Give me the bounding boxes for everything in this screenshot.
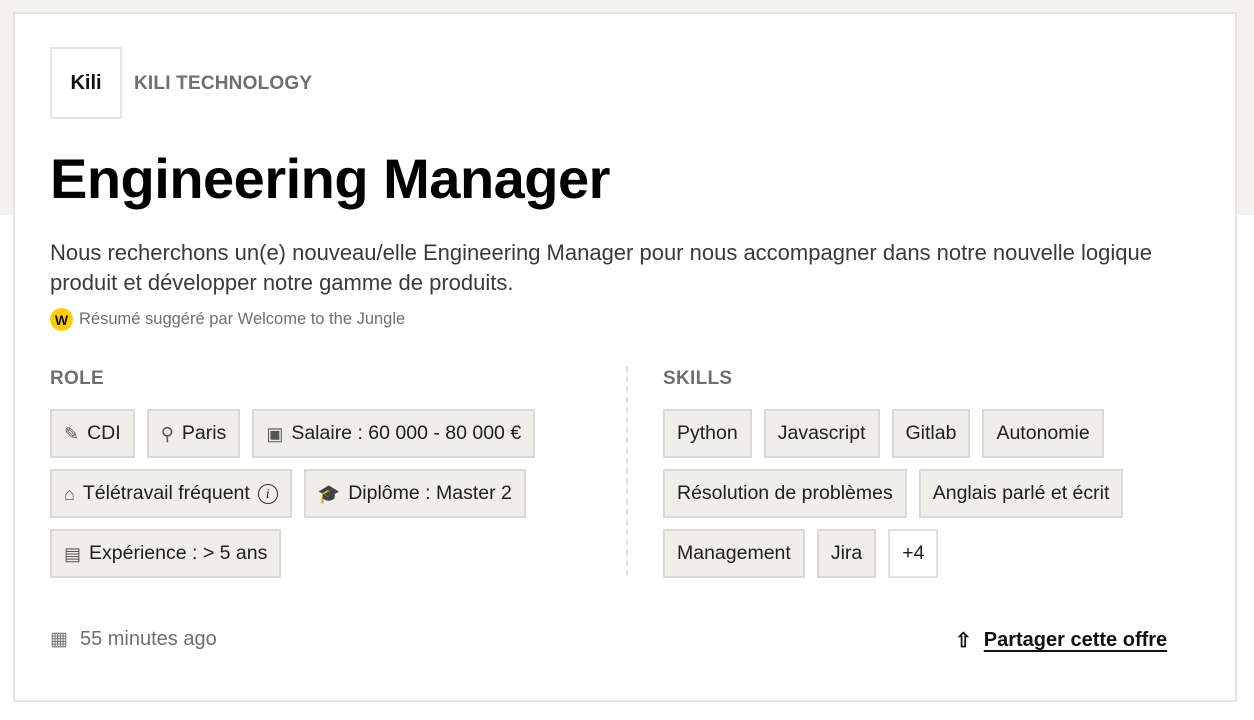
banknote-icon: ▣ bbox=[266, 423, 284, 444]
tag-salary: ▣ Salaire : 60 000 - 80 000 € bbox=[252, 409, 536, 458]
skill-tag: Autonomie bbox=[982, 409, 1104, 458]
skill-tag: Javascript bbox=[763, 409, 880, 458]
info-icon[interactable]: i bbox=[257, 483, 278, 504]
summary-attribution-text: Résumé suggéré par Welcome to the Jungle bbox=[79, 310, 406, 328]
share-icon: ⇧ bbox=[955, 630, 972, 652]
skill-tags: Python Javascript Gitlab Autonomie Résol… bbox=[663, 409, 1203, 578]
skill-tag: Python bbox=[663, 409, 752, 458]
skill-tag: Résolution de problèmes bbox=[663, 469, 907, 518]
briefcase-icon: ▤ bbox=[64, 543, 82, 564]
remote-work-icon: ⌂ bbox=[64, 483, 75, 504]
wttj-logo-icon: W bbox=[50, 308, 73, 331]
role-tags: ✎ CDI ⚲ Paris ▣ Salaire : 60 000 - 80 00… bbox=[50, 409, 610, 578]
share-offer-link[interactable]: ⇧ Partager cette offre bbox=[955, 628, 1167, 653]
tag-remote: ⌂ Télétravail fréquent i bbox=[50, 469, 292, 518]
company-logo-text: Kili bbox=[70, 71, 102, 94]
skill-tag: Jira bbox=[816, 529, 877, 578]
share-offer-label: Partager cette offre bbox=[983, 629, 1168, 651]
tag-location: ⚲ Paris bbox=[146, 409, 241, 458]
company-logo[interactable]: Kili bbox=[50, 47, 122, 119]
more-skills-button[interactable]: +4 bbox=[888, 529, 939, 578]
job-card: Kili KILI TECHNOLOGY Engineering Manager… bbox=[13, 12, 1237, 702]
company-name[interactable]: KILI TECHNOLOGY bbox=[134, 73, 312, 95]
section-divider bbox=[626, 366, 628, 576]
job-summary: Nous recherchons un(e) nouveau/elle Engi… bbox=[50, 240, 1152, 295]
skill-tag: Management bbox=[663, 529, 805, 578]
graduation-cap-icon: 🎓 bbox=[317, 483, 341, 504]
skill-tag: Gitlab bbox=[891, 409, 971, 458]
role-heading: ROLE bbox=[50, 368, 104, 389]
tag-diploma: 🎓 Diplôme : Master 2 bbox=[303, 469, 526, 518]
summary-attribution: W Résumé suggéré par Welcome to the Jung… bbox=[50, 308, 405, 331]
posted-date-text: 55 minutes ago bbox=[79, 628, 217, 650]
posted-date: ▦ 55 minutes ago bbox=[50, 628, 217, 651]
location-pin-icon: ⚲ bbox=[160, 423, 174, 444]
contract-icon: ✎ bbox=[64, 423, 80, 444]
tag-contract: ✎ CDI bbox=[50, 409, 135, 458]
job-title: Engineering Manager bbox=[50, 147, 610, 210]
calendar-icon: ▦ bbox=[50, 629, 68, 650]
skills-heading: SKILLS bbox=[663, 368, 733, 389]
tag-experience: ▤ Expérience : > 5 ans bbox=[50, 529, 282, 578]
skill-tag: Anglais parlé et écrit bbox=[918, 469, 1124, 518]
